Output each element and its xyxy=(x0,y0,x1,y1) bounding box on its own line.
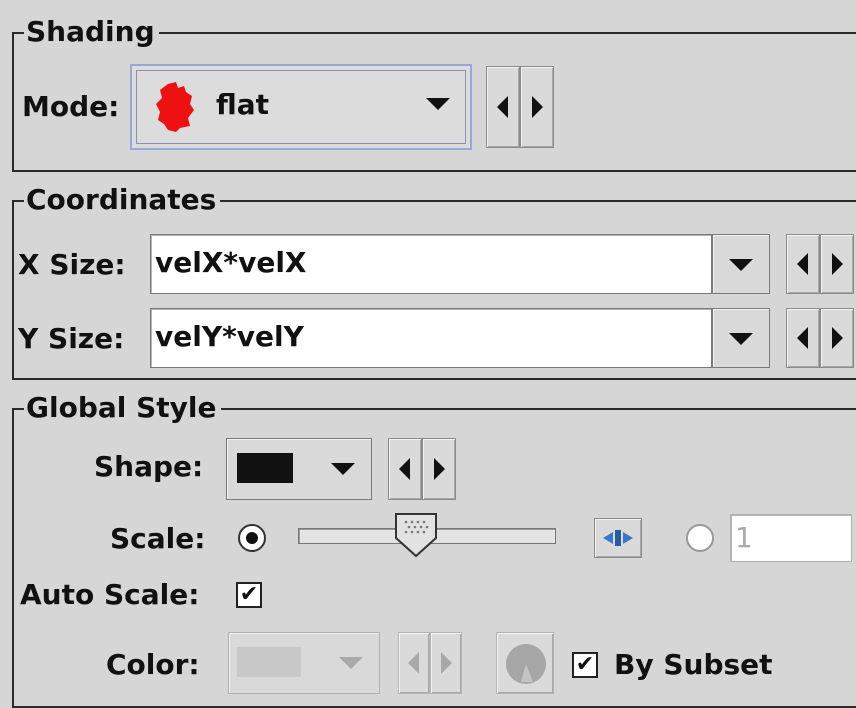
color-swatch xyxy=(237,647,301,677)
mode-value: flat xyxy=(216,88,270,121)
arrow-left-icon xyxy=(408,652,419,674)
arrow-right-icon xyxy=(832,253,843,275)
red-blob-icon xyxy=(156,82,194,132)
xsize-dropdown-button[interactable] xyxy=(712,234,770,294)
chevron-down-icon xyxy=(426,98,450,110)
radio-dot xyxy=(246,532,258,544)
chevron-down-icon xyxy=(339,657,363,669)
mode-label: Mode: xyxy=(22,90,120,123)
ysize-label: Y Size: xyxy=(18,322,125,355)
scale-slider-radio[interactable] xyxy=(238,524,266,552)
color-combo[interactable] xyxy=(228,632,380,694)
shape-label: Shape: xyxy=(94,450,204,483)
arrow-left-icon xyxy=(797,327,808,349)
scale-text-input[interactable]: 1 xyxy=(730,514,852,562)
scale-slider[interactable] xyxy=(298,513,556,558)
color-label: Color: xyxy=(106,648,200,681)
arrow-left-icon xyxy=(399,458,410,480)
shape-swatch xyxy=(237,453,293,483)
by-subset-checkbox[interactable]: ✔ xyxy=(572,652,598,678)
arrow-left-icon xyxy=(797,253,808,275)
scale-reset-button[interactable] xyxy=(594,518,642,558)
slider-thumb[interactable] xyxy=(394,512,438,558)
color-next-button[interactable] xyxy=(430,632,462,694)
arrow-left-icon xyxy=(497,96,508,118)
arrow-right-icon xyxy=(832,327,843,349)
ysize-dropdown-button[interactable] xyxy=(712,308,770,368)
global-style-title: Global Style xyxy=(24,393,221,423)
arrow-right-icon xyxy=(441,652,452,674)
color-wheel-icon xyxy=(506,644,546,684)
scale-text-radio[interactable] xyxy=(686,524,714,552)
resize-icon xyxy=(603,530,633,546)
chevron-down-icon xyxy=(331,463,355,475)
ysize-input[interactable]: velY*velY xyxy=(150,308,712,368)
xsize-label: X Size: xyxy=(18,248,126,281)
xsize-next-button[interactable] xyxy=(820,234,854,294)
xsize-input[interactable]: velX*velX xyxy=(150,234,712,294)
color-chooser-button[interactable] xyxy=(496,632,554,694)
arrow-right-icon xyxy=(532,96,543,118)
mode-prev-button[interactable] xyxy=(486,66,520,148)
ysize-next-button[interactable] xyxy=(820,308,854,368)
shape-combo[interactable] xyxy=(226,438,372,500)
shape-next-button[interactable] xyxy=(422,438,456,500)
auto-scale-checkbox[interactable]: ✔ xyxy=(236,582,262,608)
xsize-prev-button[interactable] xyxy=(786,234,820,294)
scale-label: Scale: xyxy=(110,522,206,555)
mode-combo[interactable]: flat xyxy=(130,64,472,150)
color-prev-button[interactable] xyxy=(398,632,430,694)
shading-title: Shading xyxy=(24,17,159,47)
ysize-prev-button[interactable] xyxy=(786,308,820,368)
auto-scale-label: Auto Scale: xyxy=(20,578,200,611)
arrow-right-icon xyxy=(434,458,445,480)
chevron-down-icon xyxy=(729,259,753,271)
mode-next-button[interactable] xyxy=(520,66,554,148)
coordinates-title: Coordinates xyxy=(24,185,221,215)
shape-prev-button[interactable] xyxy=(388,438,422,500)
by-subset-label: By Subset xyxy=(614,648,773,681)
chevron-down-icon xyxy=(729,333,753,345)
